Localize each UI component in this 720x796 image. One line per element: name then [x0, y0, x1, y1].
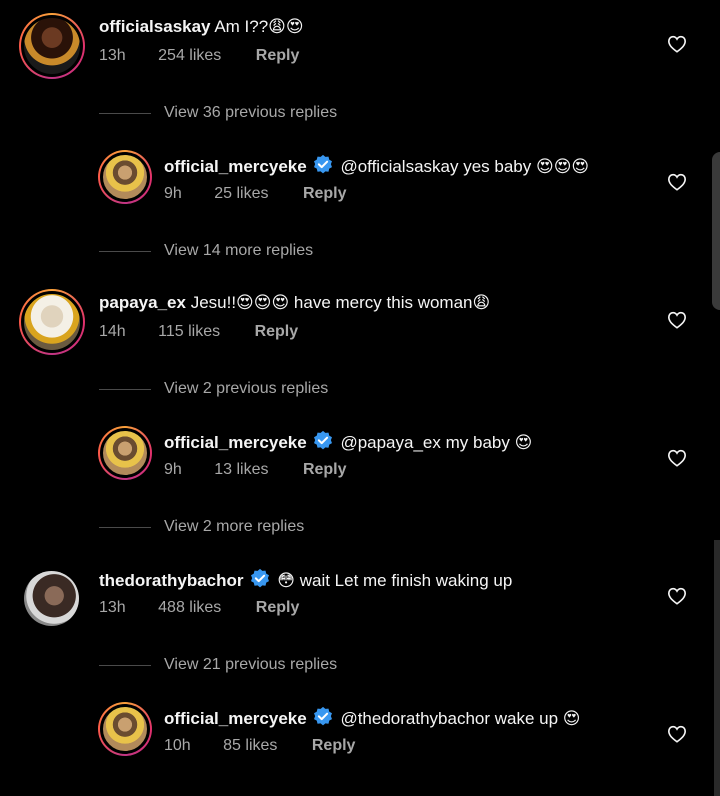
verified-badge-icon [313, 430, 332, 450]
reply-button[interactable]: Reply [303, 460, 347, 480]
comment-meta: 9h 13 likes Reply [164, 460, 347, 480]
heart-icon[interactable] [667, 173, 687, 191]
comment-meta: 10h 85 likes Reply [164, 736, 355, 756]
heart-icon[interactable] [667, 725, 687, 743]
comment-text: Am I?? [214, 17, 269, 36]
comment-text: 😳 wait Let me finish waking up [277, 571, 513, 590]
comment-meta: 14h 115 likes Reply [99, 322, 298, 342]
comment-likes[interactable]: 25 likes [214, 184, 268, 204]
view-replies-line [99, 527, 151, 528]
comment-meta: 13h 488 likes Reply [99, 598, 299, 618]
view-previous-replies[interactable]: View 21 previous replies [164, 656, 337, 674]
comment-time: 13h [99, 47, 126, 64]
reply-button[interactable]: Reply [303, 184, 347, 204]
verified-badge-icon [313, 154, 332, 174]
comment-emoji: 😍😍😍 [535, 157, 590, 177]
scroll-indicator[interactable] [712, 152, 720, 310]
avatar-official_mercyeke[interactable] [98, 150, 152, 204]
comment-meta: 9h 25 likes Reply [164, 184, 347, 204]
reply-button[interactable]: Reply [312, 736, 356, 756]
comment-line: officialsaskay Am I??😩😍 [99, 16, 304, 38]
comment-username[interactable]: official_mercyeke [164, 157, 307, 176]
comment-likes[interactable]: 488 likes [158, 598, 221, 618]
verified-badge-icon [313, 706, 332, 726]
view-previous-replies[interactable]: View 36 previous replies [164, 104, 337, 122]
heart-icon[interactable] [667, 449, 687, 467]
comment-line: thedorathybachor 😳 wait Let me finish wa… [99, 568, 512, 592]
avatar-official_mercyeke[interactable] [98, 702, 152, 756]
comment-time: 14h [99, 323, 126, 340]
reply-button[interactable]: Reply [256, 598, 300, 618]
view-replies-line [99, 251, 151, 252]
heart-icon[interactable] [667, 311, 687, 329]
avatar-thedorathybachor[interactable] [24, 571, 79, 626]
comment-text: @thedorathybachor wake up [340, 709, 559, 728]
verified-badge-icon [250, 568, 269, 588]
comment-line: official_mercyeke @papaya_ex my baby 😍 [164, 430, 532, 454]
avatar-papaya_ex[interactable] [19, 289, 85, 355]
view-replies-line [99, 113, 151, 114]
comment-username[interactable]: official_mercyeke [164, 433, 307, 452]
avatar-officialsaskay[interactable] [19, 13, 85, 79]
heart-icon[interactable] [667, 35, 687, 53]
comment-likes[interactable]: 254 likes [158, 46, 221, 66]
view-more-replies[interactable]: View 14 more replies [164, 242, 313, 260]
comment-likes[interactable]: 13 likes [214, 460, 268, 480]
scrollbar-track[interactable] [714, 540, 720, 796]
comment-emoji: 😍 [514, 433, 533, 453]
comment-line: papaya_ex Jesu!!😍😍😍 have mercy this woma… [99, 292, 490, 314]
view-replies-line [99, 665, 151, 666]
reply-button[interactable]: Reply [255, 322, 299, 342]
comment-time: 10h [164, 737, 191, 754]
reply-button[interactable]: Reply [256, 46, 300, 66]
comment-line: official_mercyeke @officialsaskay yes ba… [164, 154, 589, 178]
comment-emoji: 😩 [472, 293, 491, 313]
view-previous-replies[interactable]: View 2 previous replies [164, 380, 328, 398]
comment-line: official_mercyeke @thedorathybachor wake… [164, 706, 581, 730]
comment-username[interactable]: officialsaskay [99, 17, 211, 36]
comment-text: @officialsaskay yes baby [340, 157, 532, 176]
comment-likes[interactable]: 85 likes [223, 736, 277, 756]
comment-text: @papaya_ex my baby [340, 433, 510, 452]
avatar-official_mercyeke[interactable] [98, 426, 152, 480]
comment-time: 9h [164, 185, 182, 202]
view-replies-line [99, 389, 151, 390]
comment-text: Jesu!!😍😍😍 have mercy this woman [190, 293, 473, 312]
comment-time: 13h [99, 599, 126, 616]
comment-username[interactable]: papaya_ex [99, 293, 186, 312]
comment-meta: 13h 254 likes Reply [99, 46, 299, 66]
comment-emoji: 😍 [562, 709, 581, 729]
heart-icon[interactable] [667, 587, 687, 605]
comment-username[interactable]: official_mercyeke [164, 709, 307, 728]
comment-username[interactable]: thedorathybachor [99, 571, 244, 590]
comment-likes[interactable]: 115 likes [158, 322, 220, 342]
view-more-replies[interactable]: View 2 more replies [164, 518, 304, 536]
comment-time: 9h [164, 461, 182, 478]
comment-emoji: 😩😍 [268, 17, 304, 37]
